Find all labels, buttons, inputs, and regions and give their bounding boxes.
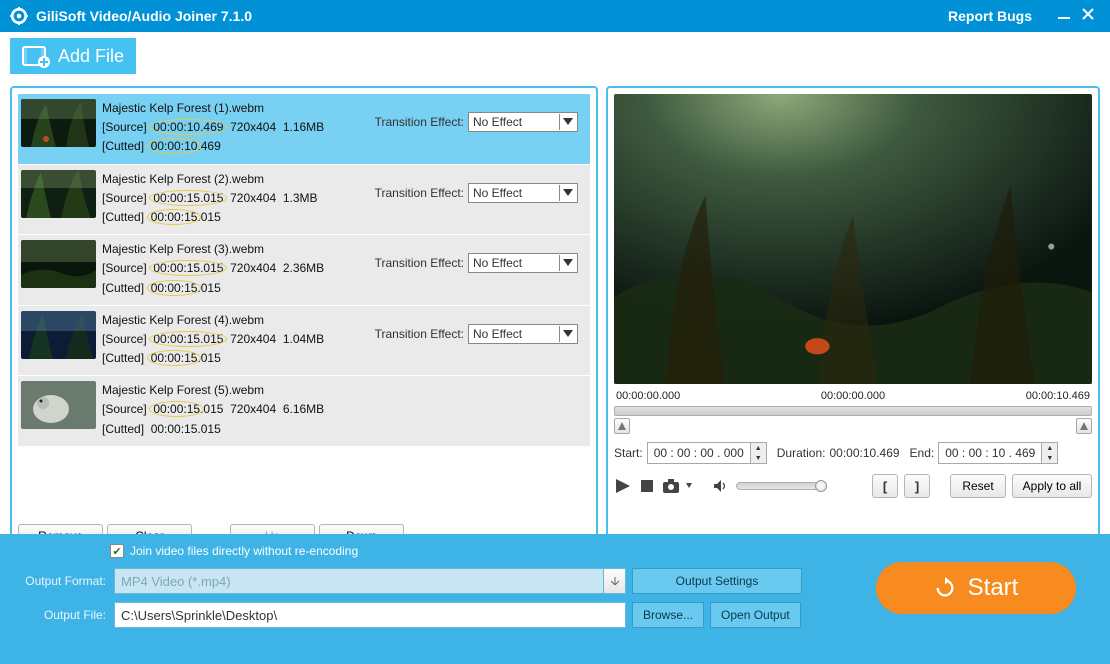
file-thumbnail (21, 240, 96, 288)
file-cutted-line: [Cutted] 00:00:10.469 (102, 137, 324, 156)
output-file-input[interactable]: C:\Users\Sprinkle\Desktop\ (114, 602, 626, 628)
file-row[interactable]: Majestic Kelp Forest (1).webm[Source] 00… (18, 94, 590, 164)
file-row[interactable]: Majestic Kelp Forest (5).webm[Source] 00… (18, 376, 590, 446)
transition-value: No Effect (473, 186, 522, 200)
file-thumbnail (21, 99, 96, 147)
end-time-value: 00 : 00 : 10 . 469 (939, 446, 1041, 460)
duration-label: Duration: (777, 446, 826, 460)
file-row[interactable]: Majestic Kelp Forest (2).webm[Source] 00… (18, 165, 590, 235)
file-source-line: [Source] 00:00:10.469 720x404 1.16MB (102, 118, 324, 137)
report-bugs-link[interactable]: Report Bugs (948, 8, 1032, 24)
reset-button[interactable]: Reset (950, 474, 1006, 498)
transition-select[interactable]: No Effect (468, 253, 578, 273)
start-label: Start (968, 574, 1019, 602)
file-name: Majestic Kelp Forest (5).webm (102, 381, 324, 400)
transition-label: Transition Effect: (375, 115, 464, 129)
chevron-down-icon (559, 114, 575, 130)
file-info: Majestic Kelp Forest (1).webm[Source] 00… (102, 99, 324, 157)
snapshot-button[interactable] (662, 477, 680, 495)
trim-end-handle[interactable] (1076, 418, 1092, 434)
browse-button[interactable]: Browse... (632, 602, 704, 628)
transition-select[interactable]: No Effect (468, 112, 578, 132)
preview-time-start: 00:00:00.000 (616, 390, 680, 402)
transition-select[interactable]: No Effect (468, 183, 578, 203)
transition-value: No Effect (473, 327, 522, 341)
file-row[interactable]: Majestic Kelp Forest (4).webm[Source] 00… (18, 306, 590, 376)
file-thumbnail (21, 381, 96, 429)
refresh-icon (934, 577, 956, 599)
start-time-input[interactable]: 00 : 00 : 00 . 000 ▲▼ (647, 442, 767, 464)
file-list-panel: Majestic Kelp Forest (1).webm[Source] 00… (10, 86, 598, 556)
output-file-label: Output File: (14, 608, 106, 622)
close-button[interactable] (1076, 7, 1100, 26)
file-cutted-line: [Cutted] 00:00:15.015 (102, 208, 318, 227)
apply-to-all-button[interactable]: Apply to all (1012, 474, 1092, 498)
video-preview[interactable] (614, 94, 1092, 384)
file-source-line: [Source] 00:00:15.015 720x404 2.36MB (102, 259, 324, 278)
mark-in-button[interactable]: [ (872, 474, 898, 498)
file-thumbnail (21, 311, 96, 359)
chevron-down-icon (559, 185, 575, 201)
transition-label: Transition Effect: (375, 256, 464, 270)
file-info: Majestic Kelp Forest (5).webm[Source] 00… (102, 381, 324, 439)
chevron-down-icon (559, 326, 575, 342)
join-without-reencode-checkbox[interactable]: ✔ (110, 544, 124, 558)
transition-value: No Effect (473, 115, 522, 129)
file-cutted-line: [Cutted] 00:00:15.015 (102, 420, 324, 439)
file-cutted-line: [Cutted] 00:00:15.015 (102, 279, 324, 298)
chevron-down-icon (559, 255, 575, 271)
file-name: Majestic Kelp Forest (3).webm (102, 240, 324, 259)
output-format-label: Output Format: (14, 574, 106, 588)
file-name: Majestic Kelp Forest (1).webm (102, 99, 324, 118)
file-name: Majestic Kelp Forest (4).webm (102, 311, 324, 330)
output-format-select[interactable]: MP4 Video (*.mp4) (114, 568, 604, 594)
file-source-line: [Source] 00:00:15.015 720x404 6.16MB (102, 400, 324, 419)
file-list: Majestic Kelp Forest (1).webm[Source] 00… (18, 94, 590, 516)
transition-label: Transition Effect: (375, 186, 464, 200)
file-name: Majestic Kelp Forest (2).webm (102, 170, 318, 189)
file-source-line: [Source] 00:00:15.015 720x404 1.3MB (102, 189, 318, 208)
file-info: Majestic Kelp Forest (2).webm[Source] 00… (102, 170, 318, 228)
end-time-input[interactable]: 00 : 00 : 10 . 469 ▲▼ (938, 442, 1058, 464)
output-settings-button[interactable]: Output Settings (632, 568, 802, 594)
file-info: Majestic Kelp Forest (4).webm[Source] 00… (102, 311, 324, 369)
file-source-line: [Source] 00:00:15.015 720x404 1.04MB (102, 330, 324, 349)
open-output-button[interactable]: Open Output (710, 602, 801, 628)
snapshot-dropdown[interactable] (686, 477, 692, 495)
play-button[interactable] (614, 477, 632, 495)
start-label: Start: (614, 446, 643, 460)
file-info: Majestic Kelp Forest (3).webm[Source] 00… (102, 240, 324, 298)
output-file-value: C:\Users\Sprinkle\Desktop\ (121, 608, 277, 623)
output-format-dropdown-icon[interactable] (604, 568, 626, 594)
title-bar: GiliSoft Video/Audio Joiner 7.1.0 Report… (0, 0, 1110, 32)
bottom-bar: ✔ Join video files directly without re-e… (0, 534, 1110, 664)
transition-value: No Effect (473, 256, 522, 270)
preview-time-end: 00:00:10.469 (1026, 390, 1090, 402)
transition-select[interactable]: No Effect (468, 324, 578, 344)
output-format-value: MP4 Video (*.mp4) (121, 574, 231, 589)
app-logo-icon (10, 7, 28, 25)
preview-time-current: 00:00:00.000 (821, 390, 885, 402)
join-without-reencode-label: Join video files directly without re-enc… (130, 544, 358, 558)
file-row[interactable]: Majestic Kelp Forest (3).webm[Source] 00… (18, 235, 590, 305)
start-time-value: 00 : 00 : 00 . 000 (648, 446, 750, 460)
preview-progress-bar[interactable] (614, 406, 1092, 416)
app-title: GiliSoft Video/Audio Joiner 7.1.0 (36, 8, 948, 24)
minimize-button[interactable] (1052, 7, 1076, 26)
volume-icon[interactable] (712, 477, 730, 495)
volume-slider[interactable] (736, 482, 826, 490)
add-file-icon (22, 44, 50, 68)
add-file-label: Add File (58, 46, 124, 67)
duration-value: 00:00:10.469 (829, 446, 899, 460)
stop-button[interactable] (638, 477, 656, 495)
transition-label: Transition Effect: (375, 327, 464, 341)
file-thumbnail (21, 170, 96, 218)
preview-panel: 00:00:00.000 00:00:00.000 00:00:10.469 S… (606, 86, 1100, 556)
add-file-button[interactable]: Add File (10, 38, 136, 74)
trim-start-handle[interactable] (614, 418, 630, 434)
mark-out-button[interactable]: ] (904, 474, 930, 498)
start-button[interactable]: Start (876, 562, 1076, 614)
file-cutted-line: [Cutted] 00:00:15.015 (102, 349, 324, 368)
end-label: End: (910, 446, 935, 460)
